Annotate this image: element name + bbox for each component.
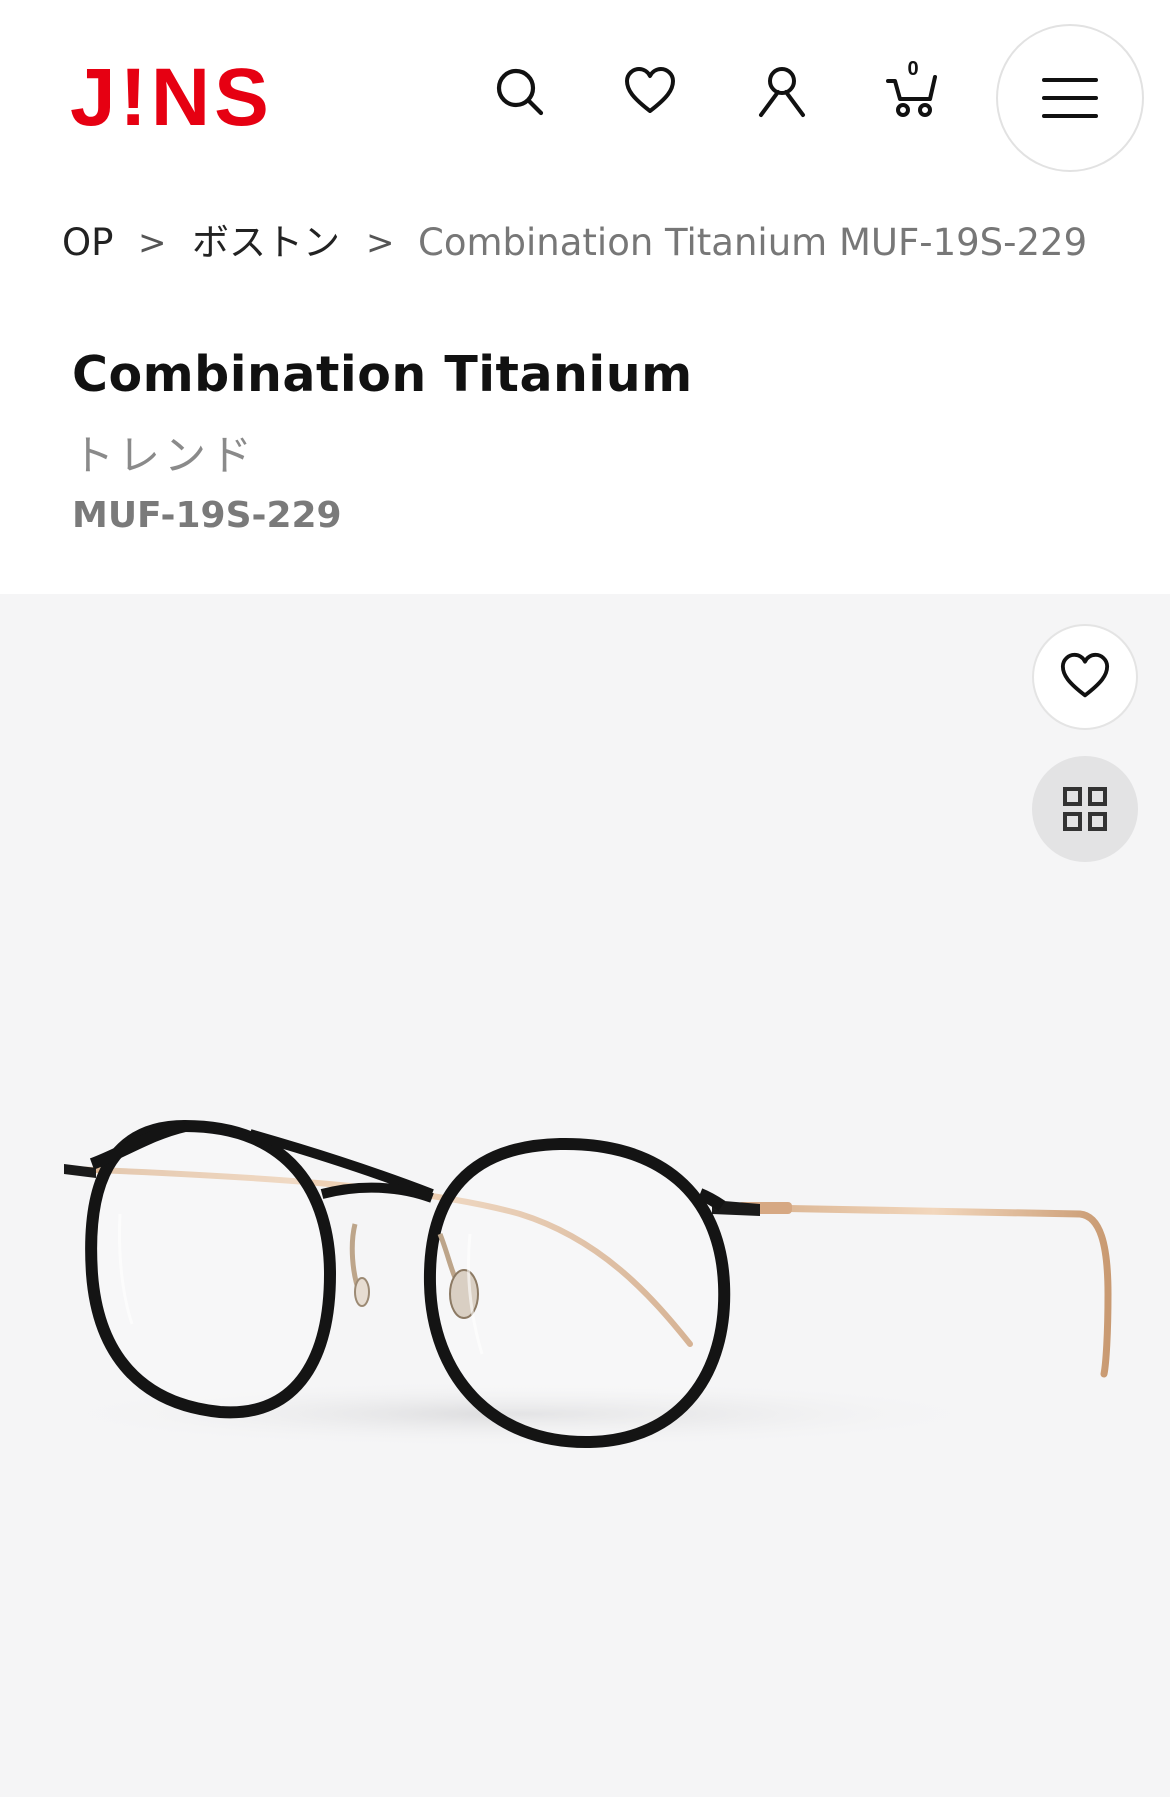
breadcrumb: OP > ボストン > Combination Titanium MUF-19S… bbox=[0, 215, 1170, 271]
breadcrumb-separator: > bbox=[366, 223, 395, 263]
menu-button[interactable] bbox=[996, 24, 1144, 172]
breadcrumb-item-current: Combination Titanium MUF-19S-229 bbox=[418, 221, 1088, 264]
heart-icon[interactable] bbox=[620, 62, 680, 122]
product-category: トレンド bbox=[72, 431, 257, 480]
grid-view-icon bbox=[1063, 787, 1107, 831]
product-code: MUF-19S-229 bbox=[72, 495, 342, 536]
product-title: Combination Titanium bbox=[72, 346, 693, 403]
glasses-product-image bbox=[40, 1119, 1112, 1449]
heart-icon bbox=[1060, 652, 1110, 698]
breadcrumb-separator: > bbox=[138, 223, 167, 263]
favorite-button[interactable] bbox=[1032, 624, 1138, 730]
cart-count-badge: 0 bbox=[907, 58, 919, 80]
hamburger-icon bbox=[1042, 78, 1098, 118]
user-icon[interactable] bbox=[752, 62, 812, 122]
grid-view-button[interactable] bbox=[1032, 756, 1138, 862]
cart-icon[interactable]: 0 bbox=[883, 58, 943, 122]
site-header: J!NS 0 bbox=[0, 0, 1170, 200]
breadcrumb-item-boston[interactable]: ボストン bbox=[192, 215, 340, 271]
product-image-gallery[interactable] bbox=[0, 594, 1170, 1797]
search-icon[interactable] bbox=[490, 62, 550, 122]
breadcrumb-item-top[interactable]: OP bbox=[62, 215, 113, 271]
brand-logo[interactable]: J!NS bbox=[70, 57, 285, 139]
